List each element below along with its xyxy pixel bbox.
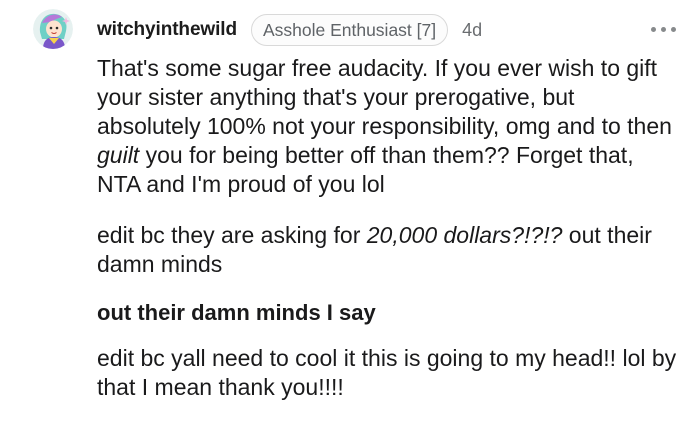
comment: witchyinthewild Asshole Enthusiast [7] 4…: [0, 0, 700, 426]
user-avatar-icon[interactable]: [33, 9, 73, 49]
dot: [650, 26, 656, 32]
comment-timestamp[interactable]: 4d: [462, 20, 482, 41]
comment-body: That's some sugar free audacity. If you …: [97, 54, 682, 402]
dot: [670, 26, 676, 32]
more-options-icon[interactable]: [646, 17, 680, 41]
comment-paragraph-4: edit bc yall need to cool it this is goi…: [97, 345, 677, 400]
text-segment: you for being better off than them?? For…: [97, 142, 634, 197]
username-link[interactable]: witchyinthewild: [97, 19, 237, 41]
italic-text: guilt: [97, 142, 140, 168]
comment-paragraph-2: edit bc they are asking for 20,000 dolla…: [97, 221, 682, 279]
dot: [660, 26, 666, 32]
user-flair-badge: Asshole Enthusiast [7]: [250, 14, 449, 46]
text-segment: That's some sugar free audacity. If you …: [97, 55, 672, 139]
italic-text: 20,000 dollars?!?!?: [366, 222, 563, 248]
text-segment: edit bc they are asking for: [97, 222, 367, 248]
comment-paragraph-1: That's some sugar free audacity. If you …: [97, 54, 682, 199]
comment-paragraph-3-bold: out their damn minds I say: [97, 300, 376, 325]
comment-header: witchyinthewild Asshole Enthusiast [7] 4…: [97, 14, 482, 46]
